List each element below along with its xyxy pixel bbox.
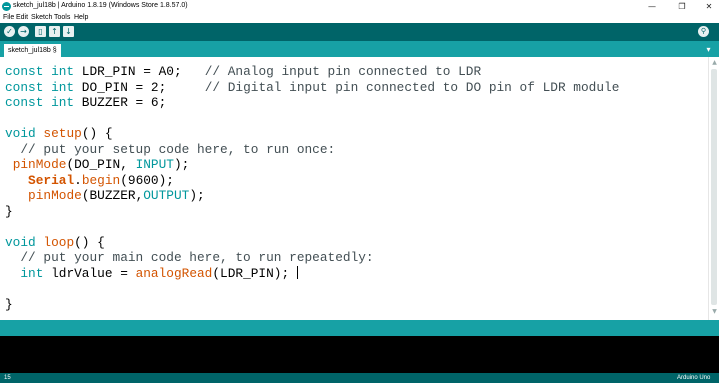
code-token: ldrValue = <box>43 265 136 281</box>
code-token: DO_PIN = 2; <box>74 79 205 95</box>
title-bar: sketch_jul18b | Arduino 1.8.19 (Windows … <box>0 0 719 13</box>
text-caret <box>296 265 298 279</box>
code-text[interactable]: const int LDR_PIN = A0; // Analog input … <box>5 64 619 312</box>
vertical-scrollbar[interactable]: ▲ ▼ <box>708 57 719 320</box>
board-name: Arduino Uno <box>677 375 711 381</box>
chevron-down-icon: ▾ <box>706 45 711 54</box>
code-token: analogRead <box>135 265 213 281</box>
code-line[interactable]: const int BUZZER = 6; <box>5 95 619 111</box>
code-token: LDR_PIN = A0; <box>74 64 205 79</box>
code-token: pinMode <box>28 188 82 203</box>
code-token: const int <box>5 95 75 110</box>
code-line[interactable]: const int LDR_PIN = A0; // Analog input … <box>5 64 619 80</box>
open-sketch-button[interactable]: ↑ <box>49 26 60 37</box>
code-line[interactable]: const int DO_PIN = 2; // Digital input p… <box>5 80 619 96</box>
code-line[interactable]: pinMode(DO_PIN, INPUT); <box>5 157 619 173</box>
code-token: ); <box>189 188 205 203</box>
code-token: // Analog input pin connected to LDR <box>204 64 482 79</box>
arduino-logo-icon <box>2 2 11 11</box>
code-line[interactable]: Serial.begin(9600); <box>5 173 619 189</box>
code-token: loop <box>43 234 75 250</box>
open-arrow-up-icon: ↑ <box>51 27 58 36</box>
code-line[interactable]: } <box>5 204 619 220</box>
code-token: int <box>20 265 44 281</box>
message-area <box>0 320 719 336</box>
code-token: ); <box>173 157 190 172</box>
window-title: sketch_jul18b | Arduino 1.8.19 (Windows … <box>13 2 188 9</box>
maximize-button[interactable]: ❐ <box>670 0 694 13</box>
code-token: // put your setup code here, to run once… <box>5 141 336 157</box>
code-token: // Digital input pin connected to DO pin… <box>204 79 620 95</box>
code-line[interactable] <box>5 219 619 235</box>
code-line[interactable]: } <box>5 297 619 313</box>
tab-sketch[interactable]: sketch_jul18b § <box>4 44 61 57</box>
code-token: (9600); <box>120 172 174 188</box>
menu-bar: File Edit Sketch Tools Help <box>0 13 719 23</box>
code-token: (BUZZER, <box>81 188 144 203</box>
code-token: void <box>5 126 36 141</box>
line-number: 15 <box>4 375 11 381</box>
menu-sketch[interactable]: Sketch <box>31 13 52 23</box>
code-token: INPUT <box>135 157 174 172</box>
menu-edit[interactable]: Edit <box>16 13 28 23</box>
upload-button[interactable]: → <box>18 26 29 37</box>
code-line[interactable]: // put your main code here, to run repea… <box>5 250 619 266</box>
code-token: } <box>5 296 13 312</box>
code-line[interactable]: // put your setup code here, to run once… <box>5 142 619 158</box>
status-bar: 15 Arduino Uno <box>0 373 719 383</box>
code-token: begin <box>81 172 121 188</box>
scroll-up-arrow-icon[interactable]: ▲ <box>710 59 719 67</box>
code-token: (DO_PIN, <box>66 157 136 172</box>
minimize-button[interactable]: — <box>640 0 664 13</box>
code-token: . <box>74 172 82 188</box>
save-sketch-button[interactable]: ↓ <box>63 26 74 37</box>
code-token: const int <box>5 79 75 95</box>
code-line[interactable] <box>5 281 619 297</box>
code-line[interactable]: int ldrValue = analogRead(LDR_PIN); <box>5 265 619 282</box>
code-token: OUTPUT <box>143 188 190 203</box>
code-token: () { <box>74 234 105 250</box>
close-button[interactable]: ✕ <box>697 0 719 13</box>
code-editor[interactable]: const int LDR_PIN = A0; // Analog input … <box>0 57 708 320</box>
code-token: } <box>5 203 13 219</box>
new-sketch-button[interactable]: ▯ <box>35 26 46 37</box>
scroll-thumb[interactable] <box>711 69 717 305</box>
code-token: setup <box>43 126 82 141</box>
code-line[interactable]: void loop() { <box>5 235 619 251</box>
tab-strip: sketch_jul18b § ▾ <box>0 41 719 57</box>
code-token: BUZZER = 6; <box>74 95 167 110</box>
checkmark-icon: ✓ <box>6 27 13 36</box>
scroll-down-arrow-icon[interactable]: ▼ <box>710 308 719 316</box>
menu-help[interactable]: Help <box>74 13 88 23</box>
code-line[interactable] <box>5 111 619 127</box>
verify-button[interactable]: ✓ <box>4 26 15 37</box>
menu-file[interactable]: File <box>3 13 14 23</box>
arrow-right-icon: → <box>20 27 27 36</box>
new-file-icon: ▯ <box>38 27 43 36</box>
code-token: const int <box>5 64 75 79</box>
code-line[interactable]: pinMode(BUZZER,OUTPUT); <box>5 188 619 204</box>
serial-monitor-button[interactable]: ⚲ <box>698 26 709 37</box>
code-token: (LDR_PIN); <box>212 265 297 281</box>
code-token: // put your main code here, to run repea… <box>5 250 374 265</box>
code-line[interactable]: void setup() { <box>5 126 619 142</box>
magnifier-icon: ⚲ <box>700 27 707 35</box>
toolbar: ✓ → ▯ ↑ ↓ ⚲ <box>0 23 719 41</box>
menu-tools[interactable]: Tools <box>54 13 70 23</box>
code-token: () { <box>81 126 113 141</box>
tab-menu-button[interactable]: ▾ <box>703 44 714 55</box>
code-token: pinMode <box>12 157 67 172</box>
code-token: void <box>5 234 36 250</box>
save-arrow-down-icon: ↓ <box>65 27 72 36</box>
console-output[interactable] <box>0 336 719 373</box>
code-token: Serial <box>28 172 75 188</box>
